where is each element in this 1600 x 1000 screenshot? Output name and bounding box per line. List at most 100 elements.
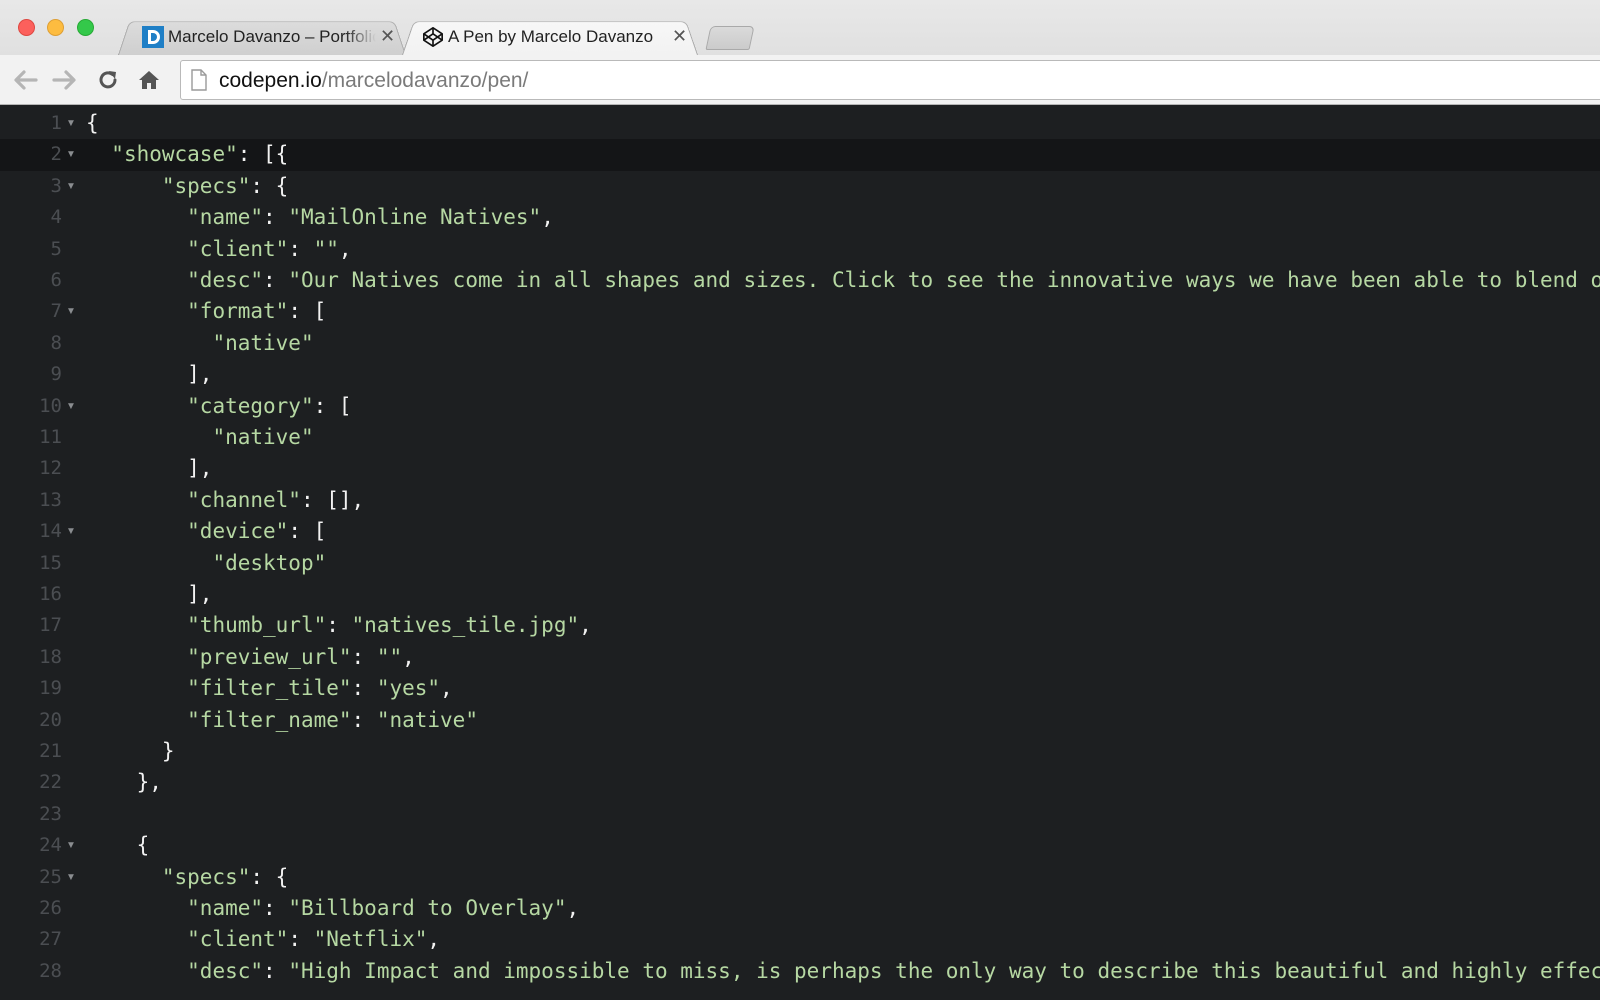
fold-arrow-icon[interactable]: ▼ xyxy=(64,391,78,422)
code-line[interactable]: 5 "client": "", xyxy=(0,234,1600,265)
code-editor[interactable]: 1 ▼{2 ▼ "showcase": [{3 ▼ "specs": {4 "name… xyxy=(0,106,1600,1000)
back-button[interactable] xyxy=(10,65,40,95)
fold-arrow-icon[interactable]: ▼ xyxy=(64,171,78,202)
json-punctuation xyxy=(86,456,187,480)
code-line[interactable]: 8 "native" xyxy=(0,328,1600,359)
code-text: "client": "Netflix", xyxy=(86,924,440,955)
json-punctuation xyxy=(86,237,187,261)
code-line[interactable]: 9 ], xyxy=(0,359,1600,390)
json-punctuation: }, xyxy=(136,770,162,795)
close-window-icon[interactable] xyxy=(18,19,35,36)
json-punctuation: : xyxy=(326,613,352,638)
code-text: "specs": { xyxy=(86,171,288,202)
tab-title: Marcelo Davanzo – Portfolio xyxy=(168,27,376,46)
json-string: "native" xyxy=(376,707,478,732)
new-tab-button[interactable] xyxy=(705,26,755,50)
json-punctuation xyxy=(86,708,187,732)
json-key: "desc" xyxy=(187,268,264,292)
json-punctuation: : xyxy=(288,236,314,261)
line-number: 27 xyxy=(39,928,62,951)
code-text: { xyxy=(86,108,99,139)
home-button[interactable] xyxy=(134,65,164,95)
code-line[interactable]: 14 ▼ "device": [ xyxy=(0,516,1600,547)
line-number: 26 xyxy=(39,897,62,919)
code-line[interactable]: 16 ], xyxy=(0,579,1600,610)
code-text: ], xyxy=(86,453,212,484)
tab-portfolio[interactable]: Marcelo Davanzo – Portfolio ✕ xyxy=(118,18,406,56)
code-text: "category": [ xyxy=(86,391,351,422)
json-key: "specs" xyxy=(161,173,251,198)
json-punctuation xyxy=(86,488,187,512)
minimize-window-icon[interactable] xyxy=(47,19,64,36)
code-line[interactable]: 22 }, xyxy=(0,767,1600,798)
code-text: "showcase": [{ xyxy=(86,139,288,170)
code-line[interactable]: 10 ▼ "category": [ xyxy=(0,391,1600,422)
json-string: "yes" xyxy=(376,676,441,701)
reload-icon xyxy=(99,71,117,89)
json-string: "High Impact and impossible to miss, is … xyxy=(288,958,1600,983)
json-punctuation: } xyxy=(161,739,175,763)
code-line[interactable]: 7 ▼ "format": [ xyxy=(0,296,1600,327)
json-punctuation: : xyxy=(351,676,377,701)
code-line[interactable]: 13 "channel": [], xyxy=(0,485,1600,516)
zoom-window-icon[interactable] xyxy=(77,19,94,36)
code-line[interactable]: 11 "native" xyxy=(0,422,1600,453)
json-punctuation xyxy=(86,394,187,418)
code-line[interactable]: 21 } xyxy=(0,736,1600,767)
json-punctuation xyxy=(86,865,162,889)
json-punctuation xyxy=(86,645,187,669)
fold-arrow-icon[interactable]: ▼ xyxy=(64,516,78,547)
code-text: "preview_url": "", xyxy=(86,642,415,673)
close-tab-icon[interactable]: ✕ xyxy=(380,25,395,47)
code-line[interactable]: 15 "desktop" xyxy=(0,548,1600,579)
fold-arrow-icon[interactable]: ▼ xyxy=(64,139,78,170)
fold-arrow-icon[interactable]: ▼ xyxy=(64,862,78,893)
code-line[interactable]: 20 "filter_name": "native" xyxy=(0,705,1600,736)
browser-toolbar: codepen.io/marcelodavanzo/pen/ xyxy=(0,55,1600,105)
code-text: "client": "", xyxy=(86,234,352,265)
line-number: 5 xyxy=(50,237,62,260)
json-punctuation: , xyxy=(427,927,441,952)
json-punctuation: , xyxy=(541,205,554,230)
fold-arrow-icon[interactable]: ▼ xyxy=(64,296,78,327)
code-line[interactable]: 28 "desc": "High Impact and impossible t… xyxy=(0,956,1600,987)
code-line[interactable]: 24 ▼ { xyxy=(0,830,1600,861)
forward-button[interactable] xyxy=(50,65,80,95)
code-text: "name": "Billboard to Overlay", xyxy=(86,893,579,924)
code-line[interactable]: 23 xyxy=(0,799,1600,830)
json-punctuation: ], xyxy=(187,582,213,606)
code-line[interactable]: 18 "preview_url": "", xyxy=(0,642,1600,673)
line-number: 1 xyxy=(50,112,62,134)
line-number: 23 xyxy=(39,802,62,825)
line-number: 9 xyxy=(50,363,62,386)
code-line[interactable]: 3 ▼ "specs": { xyxy=(0,171,1600,202)
code-line[interactable]: 6 "desc": "Our Natives come in all shape… xyxy=(0,265,1600,296)
code-line[interactable]: 27 "client": "Netflix", xyxy=(0,924,1600,955)
address-bar[interactable]: codepen.io/marcelodavanzo/pen/ xyxy=(180,60,1600,100)
code-text: "name": "MailOnline Natives", xyxy=(86,202,554,233)
code-line[interactable]: 25 ▼ "specs": { xyxy=(0,862,1600,893)
line-number: 2 xyxy=(50,143,62,166)
tab-pen[interactable]: A Pen by Marcelo Davanzo ✕ xyxy=(402,18,698,56)
json-punctuation xyxy=(86,927,187,951)
code-line[interactable]: 19 "filter_tile": "yes", xyxy=(0,673,1600,704)
code-text: "desc": "High Impact and impossible to m… xyxy=(86,956,1600,987)
line-number: 18 xyxy=(39,645,62,668)
code-line[interactable]: 17 "thumb_url": "natives_tile.jpg", xyxy=(0,610,1600,641)
json-punctuation xyxy=(86,205,187,229)
code-line[interactable]: 4 "name": "MailOnline Natives", xyxy=(0,202,1600,233)
code-line[interactable]: 12 ], xyxy=(0,453,1600,484)
code-line[interactable]: 2 ▼ "showcase": [{ xyxy=(0,139,1600,171)
code-line[interactable]: 1 ▼ { xyxy=(0,108,1600,139)
page-icon xyxy=(191,69,207,91)
fold-arrow-icon[interactable]: ▼ xyxy=(64,108,78,139)
json-key: "specs" xyxy=(161,864,251,889)
fold-arrow-icon[interactable]: ▼ xyxy=(64,830,78,861)
json-punctuation: : [ xyxy=(288,519,327,544)
code-line[interactable]: 26 "name": "Billboard to Overlay", xyxy=(0,893,1600,924)
json-punctuation: , xyxy=(338,236,352,261)
reload-button[interactable] xyxy=(93,65,123,95)
line-number: 3 xyxy=(50,174,62,197)
json-punctuation xyxy=(86,268,187,292)
close-tab-icon[interactable]: ✕ xyxy=(672,25,687,47)
